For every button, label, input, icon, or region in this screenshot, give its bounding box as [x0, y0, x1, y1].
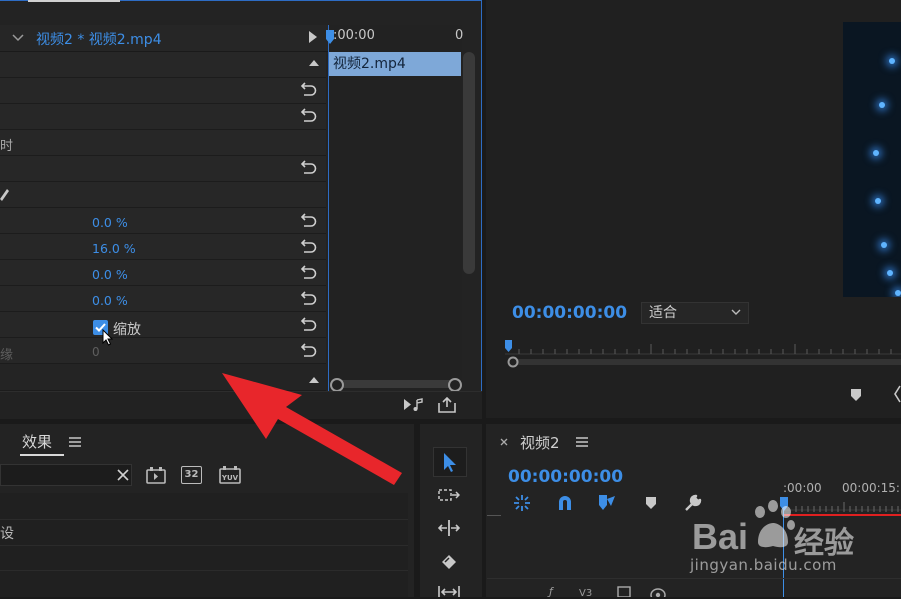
reset-icon[interactable] [300, 340, 318, 358]
effect-category-row[interactable] [0, 520, 408, 546]
effect-row [0, 208, 326, 234]
effect-category-row[interactable] [0, 493, 408, 520]
param-value[interactable]: 16.0 % [92, 241, 136, 256]
uniform-scale-label: 缩放 [113, 322, 141, 338]
param-value-disabled: 0 [92, 345, 100, 359]
effect-row [0, 104, 326, 130]
program-timecode[interactable]: 00:00:00:00 [512, 303, 627, 323]
active-tab-underline [20, 454, 64, 456]
effects-tab[interactable]: 效果 [22, 431, 52, 452]
fit-dropdown-value: 适合 [649, 305, 677, 321]
ruler-end-label: 0 [455, 28, 464, 43]
selection-tool[interactable] [433, 447, 467, 477]
reset-icon[interactable] [300, 236, 318, 254]
effect-category-row[interactable] [0, 546, 408, 571]
watermark-url: jingyan.baidu.com [690, 556, 837, 574]
row-label: 时 [0, 139, 14, 154]
light-dot [879, 102, 885, 108]
track-select-tool[interactable] [433, 481, 465, 509]
clip-selector[interactable]: 视频2 * 视频2.mp4 [36, 29, 162, 49]
divider [487, 515, 501, 516]
param-value[interactable]: 0.0 % [92, 215, 128, 230]
mark-in-icon[interactable] [892, 384, 901, 404]
ruler-start-label: :00:00 [333, 28, 375, 43]
annotation-arrow [222, 373, 402, 485]
ripple-edit-icon [438, 520, 460, 536]
effect-row [0, 312, 326, 338]
light-dot [887, 270, 893, 276]
effect-row [0, 234, 326, 260]
watermark-brand: Bai [692, 516, 749, 557]
nest-sequence-icon[interactable] [512, 493, 532, 513]
32-bit-effects-icon[interactable]: 32 [181, 466, 202, 484]
program-ruler[interactable] [505, 340, 901, 370]
track-label-v3: V3 [579, 588, 593, 599]
effect-row [0, 286, 326, 312]
collapse-up-icon[interactable] [309, 59, 319, 67]
panel-menu-icon[interactable] [576, 437, 588, 447]
effect-row [0, 78, 326, 104]
param-value[interactable]: 0.0 % [92, 267, 128, 282]
light-dot [881, 242, 887, 248]
razor-tool[interactable] [433, 548, 465, 576]
linked-selection-icon[interactable] [597, 493, 617, 513]
selection-arrow-icon [444, 453, 456, 472]
baidu-watermark: Bai 经验 jingyan.baidu.com [690, 488, 901, 578]
razor-icon [442, 555, 456, 569]
timeline-timecode[interactable]: 00:00:00:00 [508, 467, 623, 487]
light-dot [875, 198, 881, 204]
effect-row [0, 156, 326, 182]
track-divider [487, 578, 901, 579]
add-marker-icon[interactable] [645, 496, 657, 510]
effect-category-row[interactable] [0, 571, 408, 597]
export-icon[interactable] [437, 397, 457, 413]
slip-icon [438, 586, 460, 597]
sync-lock-icon[interactable] [617, 586, 631, 597]
eye-icon[interactable] [650, 587, 666, 597]
clear-search-icon[interactable] [117, 469, 129, 481]
panel-menu-icon[interactable] [69, 437, 81, 447]
effect-controls-timeline [329, 25, 462, 390]
effect-row [0, 338, 326, 364]
accelerated-effects-icon[interactable] [146, 466, 166, 484]
reset-icon[interactable] [300, 79, 318, 97]
param-value[interactable]: 0.0 % [92, 293, 128, 308]
reset-icon[interactable] [300, 262, 318, 280]
effect-controls-tab-indicator [28, 0, 120, 2]
light-dot [895, 290, 901, 296]
effects-search-input[interactable] [0, 464, 132, 486]
add-marker-icon[interactable] [850, 388, 862, 402]
light-dot [873, 150, 879, 156]
effect-row [0, 260, 326, 286]
chevron-down-icon [731, 309, 741, 315]
pen-icon[interactable] [0, 186, 10, 202]
timeline-clip[interactable]: 视频2.mp4 [329, 52, 461, 76]
mouse-cursor-icon [102, 329, 114, 346]
play-triangle-icon[interactable] [308, 31, 318, 43]
vertical-scrollbar[interactable] [463, 52, 475, 274]
playhead-line [328, 25, 329, 391]
row-label: 缘 [0, 348, 14, 363]
effect-row [0, 130, 326, 156]
light-dot [889, 58, 895, 64]
chevron-down-icon[interactable] [12, 33, 24, 43]
video-preview [843, 22, 901, 297]
scroll-handle-right[interactable] [448, 378, 462, 392]
effect-category-label: 设 [0, 526, 14, 542]
close-icon[interactable] [500, 438, 508, 446]
effect-row [0, 52, 326, 78]
effect-row [0, 182, 326, 208]
reset-icon[interactable] [300, 210, 318, 228]
slip-tool[interactable] [433, 580, 465, 597]
reset-icon[interactable] [300, 314, 318, 332]
track-select-icon [438, 489, 460, 501]
ripple-edit-tool[interactable] [433, 514, 465, 542]
snap-magnet-icon[interactable] [556, 494, 574, 512]
reset-icon[interactable] [300, 288, 318, 306]
reset-icon[interactable] [300, 157, 318, 175]
reset-icon[interactable] [300, 105, 318, 123]
fx-toggle-icon[interactable]: ƒ [549, 585, 553, 598]
paw-icon [755, 500, 795, 548]
sequence-tab[interactable]: 视频2 [520, 432, 560, 453]
